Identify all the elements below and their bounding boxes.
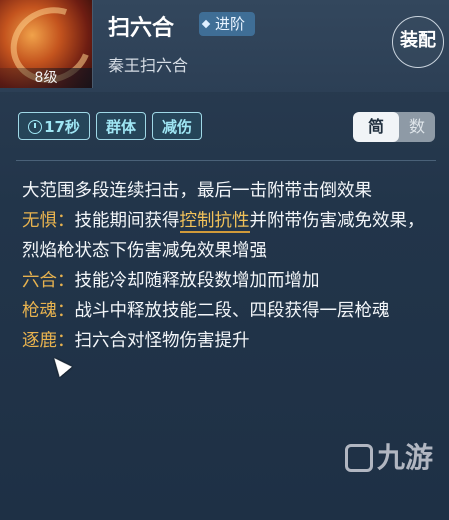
mode-numeric-button[interactable]: 数 [399, 112, 435, 142]
trait-liuhe: 六合：技能冷却随释放段数增加而增加 [22, 266, 432, 296]
equip-button[interactable]: 装配 [392, 16, 444, 68]
divider [16, 160, 436, 161]
trait-text: 扫六合对怪物伤害提升 [74, 331, 250, 351]
description-mode-toggle[interactable]: 简 数 [353, 112, 435, 142]
target-tag: 群体 [96, 112, 146, 140]
cooldown-value: 17秒 [44, 118, 80, 136]
trait-key: 枪魂： [22, 301, 75, 321]
advance-label: 进阶 [215, 15, 246, 33]
trait-key: 逐鹿： [22, 331, 75, 351]
effect-tag: 减伤 [152, 112, 202, 140]
control-resistance-link[interactable]: 控制抗性 [179, 211, 250, 233]
skill-subtitle: 秦王扫六合 [108, 56, 189, 75]
advance-badge[interactable]: 进阶 [199, 12, 256, 36]
trait-qianghun: 枪魂：战斗中释放技能二段、四段获得一层枪魂 [22, 296, 432, 326]
diamond-icon [201, 19, 211, 29]
description-main: 大范围多段连续扫击，最后一击附带击倒效果 [22, 181, 372, 201]
skill-level: 8级 [0, 68, 92, 88]
clock-icon [28, 120, 43, 134]
trait-wuju: 无惧：技能期间获得控制抗性并附带伤害减免效果，烈焰枪状态下伤害减免效果增强 [22, 206, 432, 266]
skill-header: 8级 扫六合 进阶 秦王扫六合 装配 [0, 0, 449, 96]
skill-description: 大范围多段连续扫击，最后一击附带击倒效果 无惧：技能期间获得控制抗性并附带伤害减… [22, 176, 432, 356]
cooldown-tag: 17秒 [18, 112, 90, 140]
watermark: 九游 [345, 436, 433, 476]
trait-zhulu: 逐鹿：扫六合对怪物伤害提升 [22, 326, 432, 356]
trait-text: 技能期间获得 [74, 211, 180, 231]
trait-key: 六合： [22, 271, 75, 291]
mouse-cursor-icon [48, 352, 72, 378]
trait-text: 技能冷却随释放段数增加而增加 [74, 271, 320, 291]
skill-name: 扫六合 [108, 16, 175, 41]
watermark-logo-icon [345, 444, 373, 472]
trait-key: 无惧： [22, 211, 75, 231]
trait-text: 战斗中释放技能二段、四段获得一层枪魂 [74, 301, 390, 321]
watermark-text: 九游 [377, 441, 434, 474]
mode-simple-button[interactable]: 简 [353, 112, 399, 142]
skill-icon[interactable]: 8级 [0, 0, 104, 96]
